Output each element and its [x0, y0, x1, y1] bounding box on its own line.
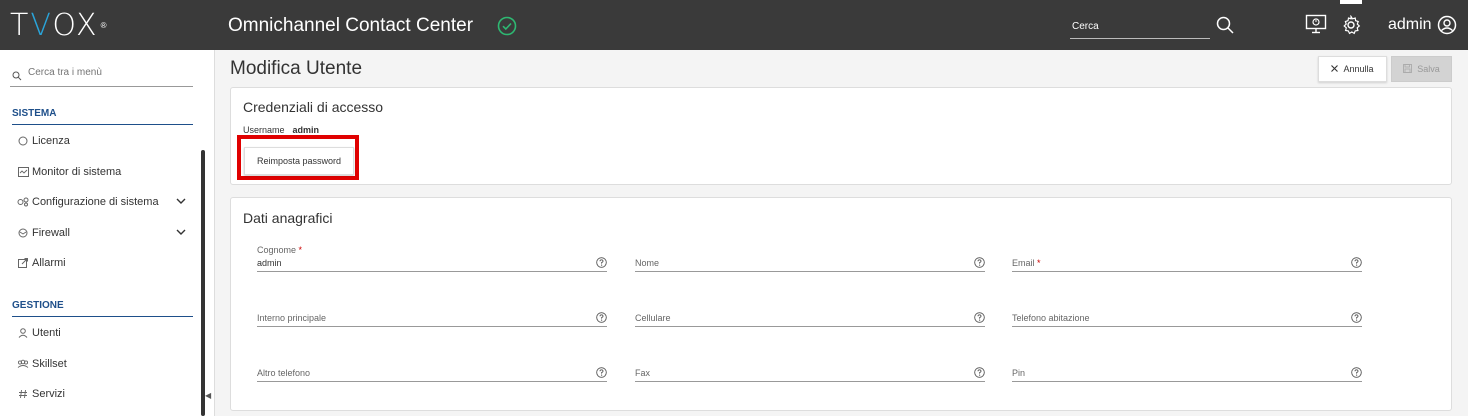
altro-telefono-label: Altro telefono [257, 368, 311, 378]
personal-card-title: Dati anagrafici [243, 210, 333, 226]
cancel-button-label: Annulla [1343, 64, 1374, 74]
pin-label: Pin [1012, 368, 1026, 378]
sidebar-item-label: Licenza [32, 135, 70, 147]
monitor-icon[interactable] [1305, 14, 1327, 39]
close-icon [1331, 64, 1339, 74]
cellulare-field[interactable]: Cellulare [635, 300, 985, 327]
help-icon[interactable] [596, 365, 607, 383]
app-title: Omnichannel Contact Center [228, 15, 474, 36]
menu-search-input[interactable] [26, 66, 190, 79]
sidebar-item-utenti[interactable]: Utenti [16, 323, 188, 343]
sidebar-item-label: Configurazione di sistema [32, 196, 159, 208]
config-icon [16, 197, 30, 207]
cellulare-label: Cellulare [635, 313, 671, 323]
fax-field[interactable]: Fax [635, 355, 985, 382]
sidebar-item-servizi[interactable]: Servizi [16, 384, 188, 404]
sidebar-item-label: Skillset [32, 358, 67, 370]
circle-icon [16, 136, 30, 146]
access-credentials-card: Credenziali di accesso Username admin Rei… [230, 87, 1452, 185]
pin-field[interactable]: Pin [1012, 355, 1362, 382]
user-avatar-icon[interactable] [1437, 15, 1457, 40]
sidebar-item-label: Servizi [32, 388, 66, 400]
username-value: admin [292, 125, 320, 135]
sidebar-item-label: Monitor di sistema [32, 166, 122, 178]
help-icon[interactable] [1351, 255, 1362, 273]
floppy-disk-icon [1403, 63, 1413, 75]
group-icon [16, 359, 30, 369]
user-name[interactable]: admin [1388, 16, 1432, 34]
section-title-sistema: SISTEMA [12, 108, 193, 125]
nome-field[interactable]: Nome [635, 245, 985, 272]
sidebar-scrollbar[interactable] [201, 150, 205, 416]
cognome-value[interactable]: admin [257, 258, 282, 268]
global-search-input[interactable] [1070, 18, 1214, 35]
sidebar-item-label: Firewall [32, 227, 70, 239]
top-bar: TVOX® Omnichannel Contact Center admin [0, 0, 1468, 50]
chevron-down-icon[interactable] [176, 227, 186, 239]
section-title-gestione: GESTIONE [12, 300, 193, 317]
chevron-down-icon[interactable] [176, 196, 186, 208]
search-icon [12, 68, 22, 86]
sidebar-item-monitor[interactable]: Monitor di sistema [16, 162, 188, 182]
cancel-button[interactable]: Annulla [1318, 56, 1387, 82]
altro-telefono-field[interactable]: Altro telefono [257, 355, 607, 382]
help-icon[interactable] [974, 310, 985, 328]
help-icon[interactable] [1351, 310, 1362, 328]
search-icon[interactable] [1216, 16, 1234, 39]
email-field[interactable]: Email * [1012, 245, 1362, 272]
sidebar-item-firewall[interactable]: Firewall [16, 223, 188, 243]
sidebar-item-skillset[interactable]: Skillset [16, 354, 188, 374]
logo-registered-mark: ® [100, 20, 107, 30]
help-icon[interactable] [1351, 365, 1362, 383]
page-title: Modifica Utente [230, 58, 363, 79]
monitor-chart-icon [16, 167, 30, 177]
access-card-title: Credenziali di accesso [243, 99, 384, 115]
username-row: Username admin [243, 125, 319, 135]
status-ok-icon [497, 16, 517, 41]
global-search [1070, 16, 1214, 39]
username-label: Username [243, 125, 285, 135]
telefono-abitazione-label: Telefono abitazione [1012, 313, 1090, 323]
logo-text: TVOX [10, 7, 99, 43]
help-icon[interactable] [596, 310, 607, 328]
help-icon[interactable] [596, 255, 607, 273]
reset-password-button[interactable]: Reimposta password [244, 147, 354, 175]
telefono-abitazione-field[interactable]: Telefono abitazione [1012, 300, 1362, 327]
alarm-icon [16, 258, 30, 268]
gear-icon[interactable] [1341, 14, 1361, 40]
nome-label: Nome [635, 258, 660, 268]
sidebar-item-label: Allarmi [32, 257, 66, 269]
sidebar: SISTEMA Licenza Monitor di sistema Confi… [0, 50, 215, 416]
save-button-label: Salva [1417, 64, 1440, 74]
help-icon[interactable] [974, 365, 985, 383]
fax-label: Fax [635, 368, 651, 378]
interno-principale-label: Interno principale [257, 313, 327, 323]
collapse-sidebar-icon[interactable]: ◀ [205, 391, 211, 400]
help-icon[interactable] [974, 255, 985, 273]
sidebar-item-configurazione[interactable]: Configurazione di sistema [16, 192, 188, 212]
interno-principale-field[interactable]: Interno principale [257, 300, 607, 327]
sidebar-item-licenza[interactable]: Licenza [16, 131, 188, 151]
sidebar-item-allarmi[interactable]: Allarmi [16, 253, 188, 273]
user-icon [16, 328, 30, 338]
menu-search [10, 64, 193, 87]
cognome-label: Cognome * [257, 245, 303, 255]
personal-data-card: Dati anagrafici Cognome * admin Nome Ema… [230, 197, 1452, 411]
cognome-field[interactable]: Cognome * admin [257, 245, 607, 272]
sidebar-item-label: Utenti [32, 327, 61, 339]
hash-icon [16, 389, 30, 399]
tvox-logo[interactable]: TVOX ® [10, 6, 107, 44]
email-label: Email * [1012, 258, 1041, 268]
firewall-icon [16, 228, 30, 238]
save-button[interactable]: Salva [1391, 56, 1452, 82]
